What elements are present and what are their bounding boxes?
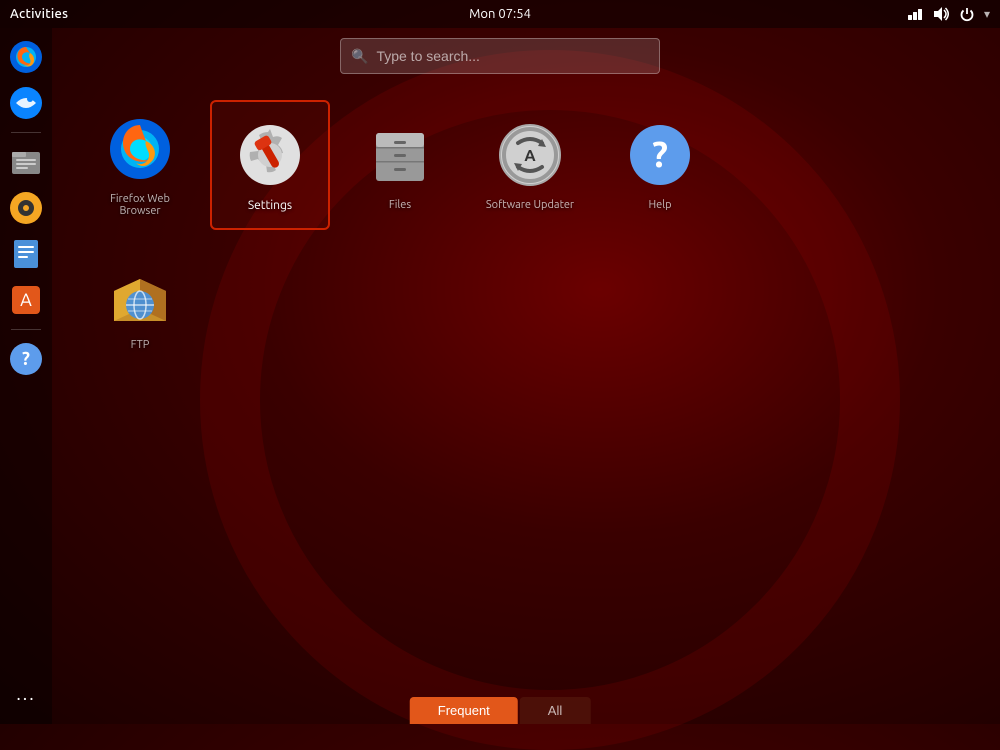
search-bar[interactable]: 🔍	[340, 38, 660, 74]
volume-icon[interactable]	[932, 5, 950, 23]
topbar: Activities Mon 07:54 ▾	[0, 0, 1000, 28]
dock-item-writer[interactable]	[5, 233, 47, 275]
dock: A ? ···	[0, 28, 52, 724]
power-dropdown[interactable]: ▾	[984, 7, 990, 21]
settings-icon-wrap	[234, 119, 306, 191]
search-icon: 🔍	[351, 48, 368, 65]
firefox-icon-wrap	[104, 113, 176, 185]
network-icon[interactable]	[906, 5, 924, 23]
app-label-firefox: Firefox Web Browser	[90, 193, 190, 217]
svg-text:?: ?	[652, 133, 668, 174]
dock-separator-1	[11, 132, 41, 133]
help-icon-wrap: ?	[624, 119, 696, 191]
app-label-ftp: FTP	[131, 339, 150, 351]
app-item-settings[interactable]: Settings	[210, 100, 330, 230]
ftp-icon-wrap	[104, 259, 176, 331]
dock-item-rhythmbox[interactable]	[5, 187, 47, 229]
filemanager-icon-wrap	[364, 119, 436, 191]
app-row-1: Firefox Web Browser Settings	[80, 100, 980, 230]
show-apps-button[interactable]: ···	[12, 682, 39, 714]
dock-separator-2	[11, 329, 41, 330]
app-label-help: Help	[648, 199, 671, 211]
dock-bottom: ···	[12, 682, 39, 714]
app-grid: Firefox Web Browser Settings	[60, 90, 1000, 380]
bottom-tabs: Frequent All	[410, 697, 591, 724]
app-row-2: FTP	[80, 240, 980, 370]
app-item-updater[interactable]: A Software Updater	[470, 100, 590, 230]
dock-item-thunderbird[interactable]	[5, 82, 47, 124]
svg-text:A: A	[20, 290, 32, 310]
search-input[interactable]	[376, 48, 649, 64]
tab-all[interactable]: All	[520, 697, 590, 724]
dock-item-help[interactable]: ?	[5, 338, 47, 380]
app-item-firefox[interactable]: Firefox Web Browser	[80, 100, 200, 230]
topbar-system-icons: ▾	[906, 5, 990, 23]
dock-item-firefox[interactable]	[5, 36, 47, 78]
svg-text:?: ?	[22, 349, 30, 369]
app-label-filemanager: Files	[389, 199, 411, 211]
clock: Mon 07:54	[469, 7, 531, 21]
dock-item-appstore[interactable]: A	[5, 279, 47, 321]
power-icon[interactable]	[958, 5, 976, 23]
app-item-ftp[interactable]: FTP	[80, 240, 200, 370]
app-item-help[interactable]: ? Help	[600, 100, 720, 230]
app-label-settings: Settings	[248, 199, 292, 212]
svg-text:A: A	[524, 147, 536, 165]
tab-frequent[interactable]: Frequent	[410, 697, 518, 724]
updater-icon-wrap: A	[494, 119, 566, 191]
activities-button[interactable]: Activities	[10, 7, 68, 21]
app-item-filemanager[interactable]: Files	[340, 100, 460, 230]
dock-item-files[interactable]	[5, 141, 47, 183]
app-label-updater: Software Updater	[486, 199, 574, 211]
